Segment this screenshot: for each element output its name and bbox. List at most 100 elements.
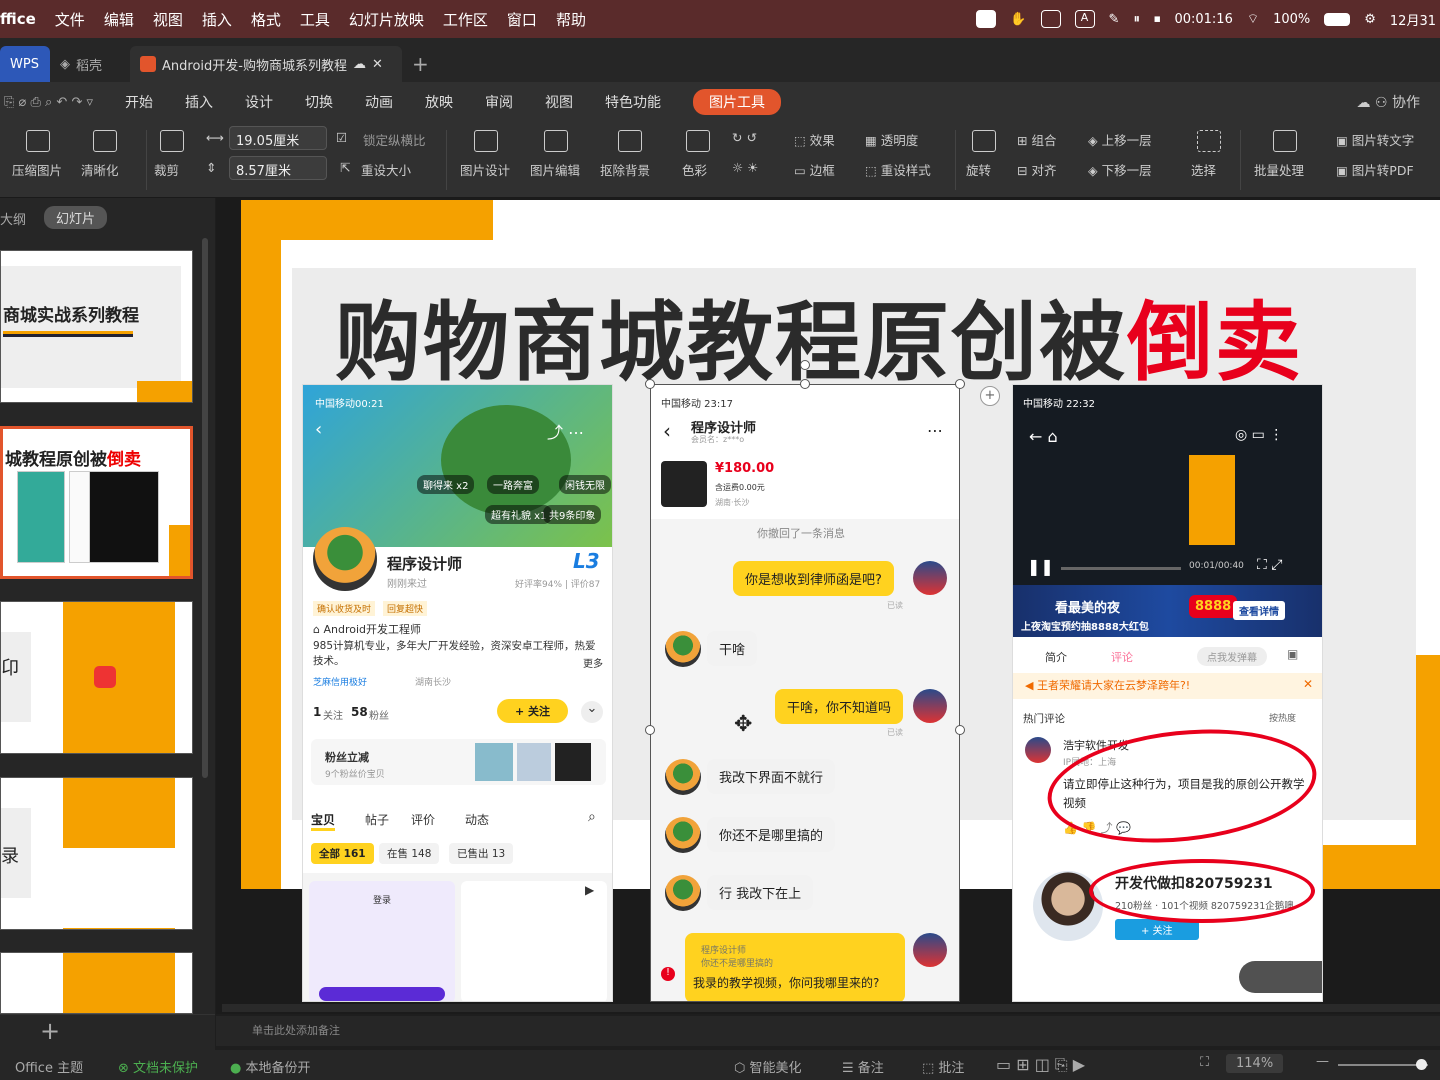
crop-button[interactable]: 裁剪 <box>154 160 179 179</box>
notes-toggle[interactable]: ☰ 备注 <box>842 1057 884 1076</box>
slides-tab[interactable]: 幻灯片 <box>44 206 108 229</box>
bio-more-link[interactable]: 更多 <box>583 655 603 670</box>
color-button[interactable]: 色彩 <box>682 160 707 179</box>
width-field[interactable]: 19.05厘米 <box>229 126 327 150</box>
menu-slideshow[interactable]: 幻灯片放映 <box>349 9 424 30</box>
tab-animation[interactable]: 动画 <box>365 92 393 112</box>
close-icon[interactable]: ✕ <box>372 57 383 72</box>
battery-icon[interactable] <box>1324 12 1351 26</box>
view-mode-icons[interactable]: ▭ ⊞ ◫ ⎘ ▶ <box>996 1055 1085 1075</box>
select-button[interactable]: 选择 <box>1191 160 1216 179</box>
add-float-icon[interactable]: + <box>980 386 1000 406</box>
share-icon[interactable]: ⤴ ⋯ <box>547 419 584 443</box>
fit-window-icon[interactable]: ⛶ <box>1200 1055 1209 1070</box>
filter-all[interactable]: 全部 161 <box>311 843 374 864</box>
menu-tools[interactable]: 工具 <box>300 9 330 30</box>
more-icon[interactable]: ⋯ <box>927 421 943 440</box>
up-layer-button[interactable]: ◈ 上移一层 <box>1088 130 1152 149</box>
pic-edit-icon[interactable] <box>544 130 568 152</box>
tab-intro[interactable]: 简介 <box>1045 649 1067 665</box>
tab-home[interactable]: 开始 <box>125 92 153 112</box>
quick-access-icons[interactable]: ⎘ ⌀ ⎙ ⌕ ↶ ↷ ▿ <box>4 95 93 110</box>
tab-picture-tools[interactable]: 图片工具 <box>693 89 782 115</box>
filter-sold[interactable]: 已售出 13 <box>449 843 514 864</box>
tab-items[interactable]: 宝贝 <box>311 811 336 831</box>
tab-activity[interactable]: 动态 <box>465 811 489 828</box>
contrast-icon[interactable]: ☼ ☀ <box>732 160 758 175</box>
tab-wps-home[interactable]: WPS <box>0 46 50 82</box>
select-icon[interactable] <box>1197 130 1221 152</box>
resize-handle[interactable] <box>955 379 965 389</box>
expand-icon[interactable]: ⌄ <box>581 701 603 723</box>
rotate-handle[interactable] <box>800 360 810 370</box>
tab-design[interactable]: 设计 <box>245 92 273 112</box>
resize-handle[interactable] <box>955 725 965 735</box>
tab-comments[interactable]: 评论 <box>1111 649 1133 665</box>
search-icon[interactable]: ⌕ <box>588 809 596 825</box>
screenshot-chat[interactable]: 中国移动 23:17 ‹ 程序设计师 会员名：z***o ⋯ ¥180.00 含… <box>650 384 960 1002</box>
outline-tab[interactable]: 大纲 <box>0 209 26 228</box>
slide-thumb-1[interactable]: 商城实战系列教程 <box>0 250 193 403</box>
zoom-slider-knob[interactable] <box>1416 1059 1427 1070</box>
sort-toggle[interactable]: 按热度 <box>1269 711 1296 724</box>
pause-icon[interactable]: ⏸ <box>1133 12 1140 27</box>
danmaku-icon[interactable]: ▣ <box>1287 647 1298 661</box>
notice-close-icon[interactable]: ✕ <box>1303 677 1313 691</box>
player-controls-icon[interactable]: ◎ ▭ ⋮ <box>1235 427 1283 443</box>
border-button[interactable]: ▭ 边框 <box>794 160 835 179</box>
tab-document[interactable]: Android开发-购物商城系列教程 ☁ ✕ <box>130 46 402 82</box>
menu-app[interactable]: ffice <box>0 10 36 28</box>
danmaku-input[interactable]: 点我发弹幕 <box>1197 647 1267 666</box>
tab-daoke[interactable]: ◈ 稻壳 <box>50 46 130 82</box>
compress-icon[interactable] <box>26 130 50 152</box>
menu-file[interactable]: 文件 <box>55 9 85 30</box>
resize-icon[interactable]: ⇱ <box>340 160 350 175</box>
reset-style-button[interactable]: ⬚ 重设样式 <box>865 160 931 179</box>
backup-status[interactable]: ● 本地备份开 <box>230 1057 311 1076</box>
slide-thumb-2[interactable]: 城教程原创被倒卖 <box>0 426 193 579</box>
back-icon[interactable]: ← ⌂ <box>1029 427 1058 446</box>
align-button[interactable]: ⊟ 对齐 <box>1017 160 1056 179</box>
lock-ratio-checkbox[interactable]: ☑ <box>336 130 347 145</box>
theme-name[interactable]: Office 主题 <box>15 1057 83 1076</box>
ad-detail-button[interactable]: 查看详情 <box>1233 601 1285 620</box>
batch-icon[interactable] <box>1273 130 1297 152</box>
tab-view[interactable]: 视图 <box>545 92 573 112</box>
screenshot-xianyu-profile[interactable]: 中国移动00:21 ‹ ⤴ ⋯ 聊得来 x2 一路奔富 闲钱无限 超有礼貌 x1… <box>302 384 613 1002</box>
resize-handle[interactable] <box>800 379 810 389</box>
pic-to-pdf-button[interactable]: ▣ 图片转PDF <box>1336 160 1414 179</box>
compress-button[interactable]: 压缩图片 <box>12 160 62 179</box>
video-player[interactable] <box>1013 385 1322 585</box>
down-layer-button[interactable]: ◈ 下移一层 <box>1088 160 1152 179</box>
batch-button[interactable]: 批量处理 <box>1254 160 1304 179</box>
slide-thumb-5[interactable] <box>0 952 193 1014</box>
tab-reviews[interactable]: 评价 <box>411 811 435 828</box>
height-field[interactable]: 8.57厘米 <box>229 156 327 180</box>
tab-review[interactable]: 审阅 <box>485 92 513 112</box>
pause-icon[interactable]: ❚❚ <box>1027 557 1054 576</box>
tab-features[interactable]: 特色功能 <box>605 92 661 112</box>
crop-icon[interactable] <box>160 130 184 152</box>
edit-icon[interactable]: ✎ <box>1109 12 1120 27</box>
rotate-icon[interactable] <box>972 130 996 152</box>
back-icon[interactable]: ‹ <box>315 419 322 440</box>
photo-icon[interactable] <box>1040 10 1061 28</box>
zoom-slider[interactable] <box>1338 1064 1428 1066</box>
transparency-button[interactable]: ▦ 透明度 <box>865 130 918 149</box>
rotate-button[interactable]: 旋转 <box>966 160 991 179</box>
menu-help[interactable]: 帮助 <box>556 9 586 30</box>
remove-bg-button[interactable]: 抠除背景 <box>600 160 650 179</box>
tab-insert[interactable]: 插入 <box>185 92 213 112</box>
tab-posts[interactable]: 帖子 <box>365 811 389 828</box>
follow-button[interactable]: + 关注 <box>497 699 569 723</box>
resize-handle[interactable] <box>645 379 655 389</box>
menu-view[interactable]: 视图 <box>153 9 183 30</box>
clarify-button[interactable]: 清晰化 <box>81 160 119 179</box>
group-button[interactable]: ⊞ 组合 <box>1017 130 1056 149</box>
horizontal-scrollbar[interactable] <box>222 1004 1440 1012</box>
slide-thumb-4[interactable]: 录 <box>0 777 193 930</box>
resize-button[interactable]: 重设大小 <box>361 160 411 179</box>
menu-window[interactable]: 窗口 <box>507 9 537 30</box>
sidebar-scrollbar[interactable] <box>202 238 208 778</box>
fullscreen-icon[interactable]: ⛶ ⤢ <box>1257 557 1282 573</box>
